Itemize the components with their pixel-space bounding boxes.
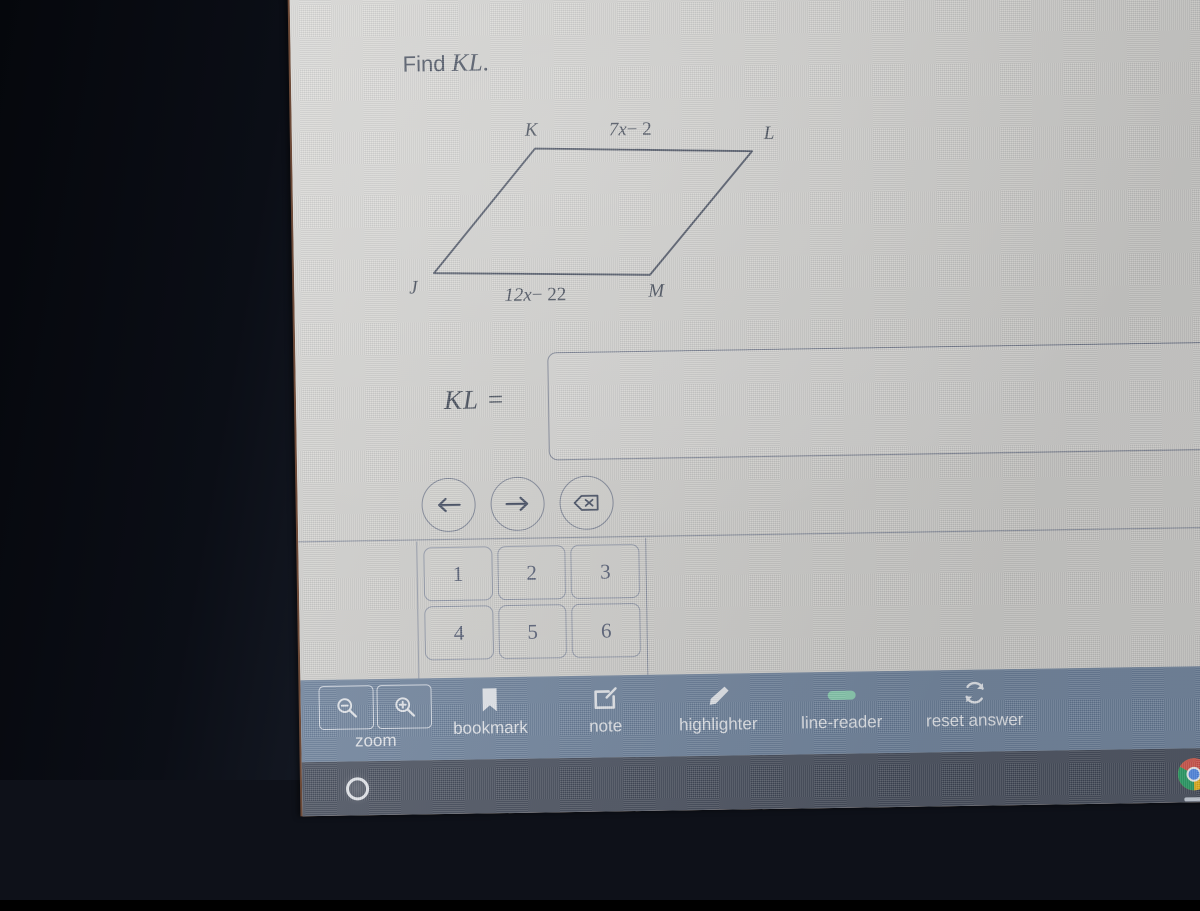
student-tools-toolbar: zoom bookmark note highlighter line-read…	[300, 665, 1200, 763]
vertex-label-m: M	[648, 280, 665, 302]
backspace-button[interactable]	[559, 475, 615, 531]
highlighter-pen-icon	[705, 682, 731, 712]
question-page: Find KL. K L J M 7x− 2 12x − 22 KL = 1 2 …	[289, 0, 1200, 682]
zoom-out-button[interactable]	[318, 685, 375, 731]
highlighter-tool-label: highlighter	[678, 714, 758, 735]
chrome-app[interactable]	[1174, 754, 1200, 802]
reset-answer-tool[interactable]: reset answer	[925, 677, 1024, 732]
bookmark-tool[interactable]: bookmark	[452, 685, 528, 739]
arrow-left-icon	[438, 497, 461, 513]
move-left-button[interactable]	[421, 477, 477, 533]
parallelogram-figure: K L J M 7x− 2 12x− 22	[392, 112, 815, 329]
arrow-right-icon	[505, 496, 529, 511]
side-length-bottom: 12x− 22	[504, 284, 566, 307]
key-4[interactable]: 4	[424, 605, 494, 661]
reset-answer-tool-label: reset answer	[925, 709, 1024, 731]
magnifier-minus-icon	[336, 698, 357, 718]
backspace-icon	[573, 494, 599, 511]
prompt-verb: Find	[402, 50, 446, 77]
zoom-tool-label: zoom	[354, 730, 397, 751]
screen-tilt-wrapper: Find KL. K L J M 7x− 2 12x − 22 KL = 1 2 …	[0, 0, 1200, 911]
side-length-top-const: − 2	[626, 118, 652, 141]
note-tool[interactable]: note	[588, 683, 622, 737]
side-length-bottom-const: − 22	[531, 284, 567, 306]
photo-of-screen: Find KL. K L J M 7x− 2 12x − 22 KL = 1 2 …	[0, 0, 1200, 900]
screen: Find KL. K L J M 7x− 2 12x − 22 KL = 1 2 …	[289, 0, 1200, 817]
parallelogram-svg	[433, 147, 754, 276]
note-edit-icon	[592, 683, 618, 713]
key-3[interactable]: 3	[570, 543, 641, 600]
key-5[interactable]: 5	[497, 604, 568, 660]
numeric-keypad: 1 2 3 4 5 6	[416, 537, 649, 682]
side-length-top-coeff: 7x	[608, 119, 627, 141]
line-reader-tool-label: line-reader	[800, 712, 883, 733]
parallelogram-shape	[433, 147, 754, 276]
zoom-in-button[interactable]	[376, 684, 433, 730]
line-reader-pill-icon	[827, 680, 856, 710]
note-tool-label: note	[588, 716, 623, 736]
keypad-row: 4 5 6	[424, 602, 642, 661]
prompt-target: KL.	[451, 49, 491, 77]
highlighter-tool[interactable]: highlighter	[678, 681, 758, 735]
answer-row: KL =	[295, 331, 1200, 481]
keypad-row: 1 2 3	[423, 543, 641, 602]
zoom-tool: zoom	[318, 684, 433, 752]
magnifier-plus-icon	[394, 697, 415, 717]
key-6[interactable]: 6	[571, 602, 642, 659]
refresh-icon	[961, 678, 987, 708]
bookmark-tool-label: bookmark	[452, 717, 528, 738]
circle-ring-icon	[345, 776, 369, 801]
move-right-button[interactable]	[490, 476, 546, 532]
zoom-buttons	[318, 684, 433, 731]
question-prompt: Find KL.	[402, 49, 490, 78]
side-length-top: 7x− 2	[609, 119, 652, 142]
side-length-bottom-coeff: 12x	[504, 284, 532, 307]
bookmark-icon	[480, 685, 500, 715]
key-1[interactable]: 1	[423, 546, 493, 602]
line-reader-tool[interactable]: line-reader	[800, 679, 882, 733]
key-2[interactable]: 2	[496, 545, 567, 601]
vertex-label-j: J	[409, 277, 418, 299]
vertex-label-k: K	[524, 119, 538, 141]
answer-label: KL =	[443, 384, 506, 416]
answer-nav-buttons	[421, 475, 615, 533]
vertex-label-l: L	[763, 122, 775, 144]
launcher-button[interactable]	[339, 771, 375, 806]
chrome-icon	[1177, 758, 1200, 791]
answer-input[interactable]	[547, 341, 1200, 461]
app-active-indicator	[1184, 797, 1200, 802]
